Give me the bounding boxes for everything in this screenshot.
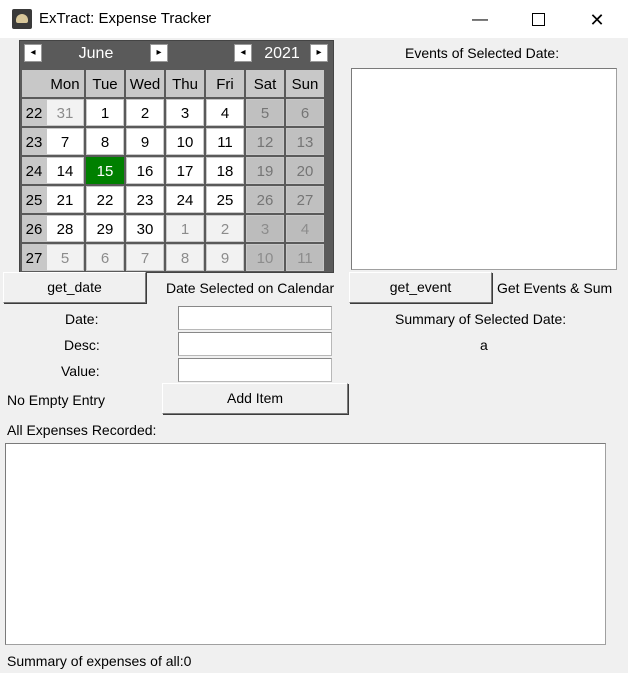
- calendar-day[interactable]: 6: [286, 99, 324, 126]
- calendar-day[interactable]: 19: [246, 157, 284, 184]
- calendar-day[interactable]: 4: [286, 215, 324, 242]
- weekday-header: Sat: [246, 70, 284, 97]
- next-year-button[interactable]: ▸: [310, 44, 328, 62]
- month-label: June: [78, 45, 114, 62]
- calendar-day[interactable]: 2: [126, 99, 164, 126]
- calendar-header: ◂ June ▸ ◂ 2021 ▸: [20, 41, 333, 68]
- week-number: 25: [22, 186, 46, 213]
- calendar-day[interactable]: 8: [166, 244, 204, 271]
- date-selected-label: Date Selected on Calendar: [166, 280, 335, 296]
- value-label: Value:: [61, 363, 100, 379]
- calendar-day[interactable]: 8: [86, 128, 124, 155]
- week-number: 26: [22, 215, 46, 242]
- calendar-day[interactable]: 4: [206, 99, 244, 126]
- weekday-header: Fri: [206, 70, 244, 97]
- status-text: No Empty Entry: [7, 392, 106, 408]
- all-expenses-label: All Expenses Recorded:: [7, 422, 157, 438]
- expenses-listbox[interactable]: [5, 443, 606, 645]
- desc-field[interactable]: [178, 332, 332, 356]
- calendar-day[interactable]: 6: [86, 244, 124, 271]
- weekday-header: Tue: [86, 70, 124, 97]
- summary-selected-value: a: [480, 337, 488, 353]
- week-number: 22: [22, 99, 46, 126]
- prev-month-button[interactable]: ◂: [24, 44, 42, 62]
- week-number: 27: [22, 244, 46, 271]
- calendar-day[interactable]: 31: [46, 99, 84, 126]
- expenses-summary: Summary of expenses of all:0: [7, 653, 192, 669]
- calendar-day[interactable]: 3: [246, 215, 284, 242]
- calendar-day[interactable]: 30: [126, 215, 164, 242]
- calendar-day[interactable]: 1: [166, 215, 204, 242]
- week-number: 24: [22, 157, 46, 184]
- calendar-day[interactable]: 11: [286, 244, 324, 271]
- calendar-day[interactable]: 22: [86, 186, 124, 213]
- calendar-day[interactable]: 5: [246, 99, 284, 126]
- calendar-day[interactable]: 28: [46, 215, 84, 242]
- calendar-day[interactable]: 9: [206, 244, 244, 271]
- calendar-day[interactable]: 14: [46, 157, 84, 184]
- maximize-icon: [531, 13, 545, 27]
- date-label: Date:: [65, 311, 99, 327]
- calendar-day[interactable]: 29: [86, 215, 124, 242]
- week-number: 23: [22, 128, 46, 155]
- calendar-day[interactable]: 7: [46, 128, 84, 155]
- get-event-button[interactable]: get_event: [349, 272, 492, 303]
- get-events-sum-label: Get Events & Sum: [497, 280, 613, 296]
- prev-year-button[interactable]: ◂: [234, 44, 252, 62]
- calendar-day[interactable]: 12: [246, 128, 284, 155]
- date-field[interactable]: [178, 306, 332, 330]
- calendar-day[interactable]: 5: [46, 244, 84, 271]
- summary-selected-label: Summary of Selected Date:: [395, 311, 567, 327]
- calendar-day[interactable]: 1: [86, 99, 124, 126]
- calendar-day[interactable]: 13: [286, 128, 324, 155]
- add-item-button[interactable]: Add Item: [162, 383, 348, 414]
- weekday-header: Wed: [126, 70, 164, 97]
- calendar-day[interactable]: 2: [206, 215, 244, 242]
- get-date-button[interactable]: get_date: [3, 272, 146, 303]
- calendar: ◂ June ▸ ◂ 2021 ▸ Mon Tue Wed Thu Fri Sat Sun 2…: [19, 40, 334, 273]
- weekday-header: Sun: [286, 70, 324, 97]
- year-label: 2021: [264, 45, 300, 62]
- close-button[interactable]: ✕: [577, 6, 617, 34]
- calendar-day[interactable]: 18: [206, 157, 244, 184]
- calendar-day[interactable]: 21: [46, 186, 84, 213]
- weekday-header: Mon: [46, 70, 84, 97]
- calendar-day[interactable]: 26: [246, 186, 284, 213]
- calendar-day[interactable]: 17: [166, 157, 204, 184]
- window-title: ExTract: Expense Tracker: [39, 10, 212, 27]
- next-month-button[interactable]: ▸: [150, 44, 168, 62]
- calendar-day[interactable]: 11: [206, 128, 244, 155]
- calendar-day-selected[interactable]: 15: [86, 157, 124, 184]
- events-label: Events of Selected Date:: [405, 45, 560, 61]
- minimize-button[interactable]: —: [460, 6, 500, 34]
- calendar-corner: [22, 70, 46, 97]
- calendar-day[interactable]: 25: [206, 186, 244, 213]
- calendar-day[interactable]: 23: [126, 186, 164, 213]
- calendar-day[interactable]: 10: [166, 128, 204, 155]
- desc-label: Desc:: [64, 337, 100, 353]
- weekday-header: Thu: [166, 70, 204, 97]
- calendar-day[interactable]: 16: [126, 157, 164, 184]
- app-icon: [12, 9, 32, 29]
- value-field[interactable]: [178, 358, 332, 382]
- calendar-day[interactable]: 3: [166, 99, 204, 126]
- calendar-day[interactable]: 20: [286, 157, 324, 184]
- maximize-button[interactable]: [518, 6, 558, 34]
- calendar-day[interactable]: 27: [286, 186, 324, 213]
- calendar-day[interactable]: 9: [126, 128, 164, 155]
- calendar-day[interactable]: 10: [246, 244, 284, 271]
- title-bar: ExTract: Expense Tracker — ✕: [0, 0, 628, 38]
- calendar-day[interactable]: 24: [166, 186, 204, 213]
- calendar-day[interactable]: 7: [126, 244, 164, 271]
- events-listbox[interactable]: [351, 68, 617, 270]
